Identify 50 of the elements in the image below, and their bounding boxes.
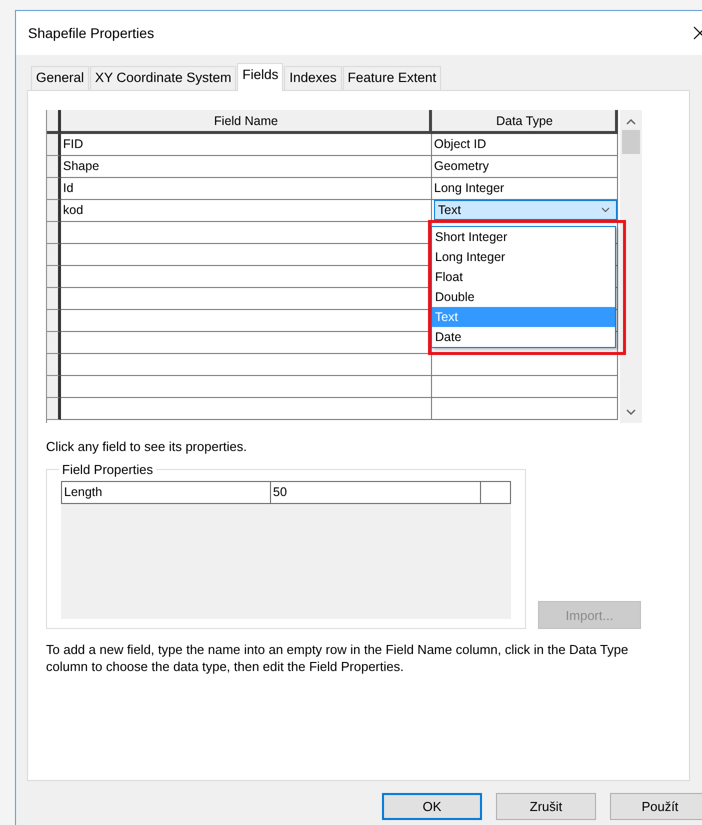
column-header: Data Type bbox=[432, 110, 618, 134]
scroll-thumb[interactable] bbox=[622, 130, 640, 154]
window-title: Shapefile Properties bbox=[28, 25, 154, 41]
dialog-button[interactable]: OK bbox=[382, 793, 482, 820]
tab[interactable]: XY Coordinate System bbox=[90, 66, 236, 90]
empty-cell[interactable] bbox=[432, 376, 618, 398]
row-selector[interactable] bbox=[47, 332, 61, 354]
table-cell: kod bbox=[61, 200, 432, 222]
column-header: Field Name bbox=[61, 110, 432, 134]
dropdown-option[interactable]: Short Integer bbox=[432, 227, 615, 247]
property-name: Length bbox=[62, 482, 271, 503]
tab[interactable]: Indexes bbox=[284, 66, 342, 90]
tab[interactable]: Fields bbox=[237, 63, 284, 91]
dropdown-option[interactable]: Date bbox=[432, 327, 615, 347]
row-selector[interactable] bbox=[47, 156, 61, 178]
tab[interactable]: General bbox=[31, 66, 90, 90]
row-selector[interactable] bbox=[47, 178, 61, 200]
scroll-up-icon[interactable] bbox=[626, 118, 636, 125]
row-selector[interactable] bbox=[47, 222, 61, 244]
table-cell: Shape bbox=[61, 156, 432, 178]
tab[interactable]: Feature Extent bbox=[342, 66, 442, 90]
property-value[interactable]: 50 bbox=[271, 482, 481, 503]
row-selector[interactable] bbox=[47, 376, 61, 398]
dropdown-option[interactable]: Float bbox=[432, 267, 615, 287]
row-selector[interactable] bbox=[47, 134, 61, 156]
empty-cell[interactable] bbox=[432, 398, 618, 420]
row-selector[interactable] bbox=[47, 244, 61, 266]
header-corner bbox=[47, 110, 61, 134]
scroll-down-icon[interactable] bbox=[626, 409, 636, 416]
caret-icon bbox=[601, 207, 610, 213]
table-cell: Id bbox=[61, 178, 432, 200]
dialog-button[interactable]: Použít bbox=[610, 793, 702, 820]
table-cell: Geometry bbox=[432, 156, 618, 178]
group-title: Field Properties bbox=[61, 462, 154, 477]
table-cell: FID bbox=[61, 134, 432, 156]
dropdown-option[interactable]: Long Integer bbox=[432, 247, 615, 267]
row-selector[interactable] bbox=[47, 200, 61, 222]
empty-cell[interactable] bbox=[432, 354, 618, 376]
table-cell: Object ID bbox=[432, 134, 618, 156]
row-selector[interactable] bbox=[47, 398, 61, 420]
row-selector[interactable] bbox=[47, 354, 61, 376]
help-text: To add a new field, type the name into an empty row in the Field Name column, click in the Data Type column to choose the data type, then edit the Field Properties. bbox=[46, 641, 630, 675]
row-selector[interactable] bbox=[47, 310, 61, 332]
dropdown-option[interactable]: Double bbox=[432, 287, 615, 307]
row-selector[interactable] bbox=[47, 288, 61, 310]
row-selector[interactable] bbox=[47, 266, 61, 288]
scrollbar[interactable] bbox=[620, 110, 642, 423]
data-type-dropdown[interactable]: Text bbox=[434, 200, 617, 220]
dialog-button[interactable]: Zrušit bbox=[496, 793, 596, 820]
hint-text: Click any field to see its properties. bbox=[46, 439, 248, 454]
